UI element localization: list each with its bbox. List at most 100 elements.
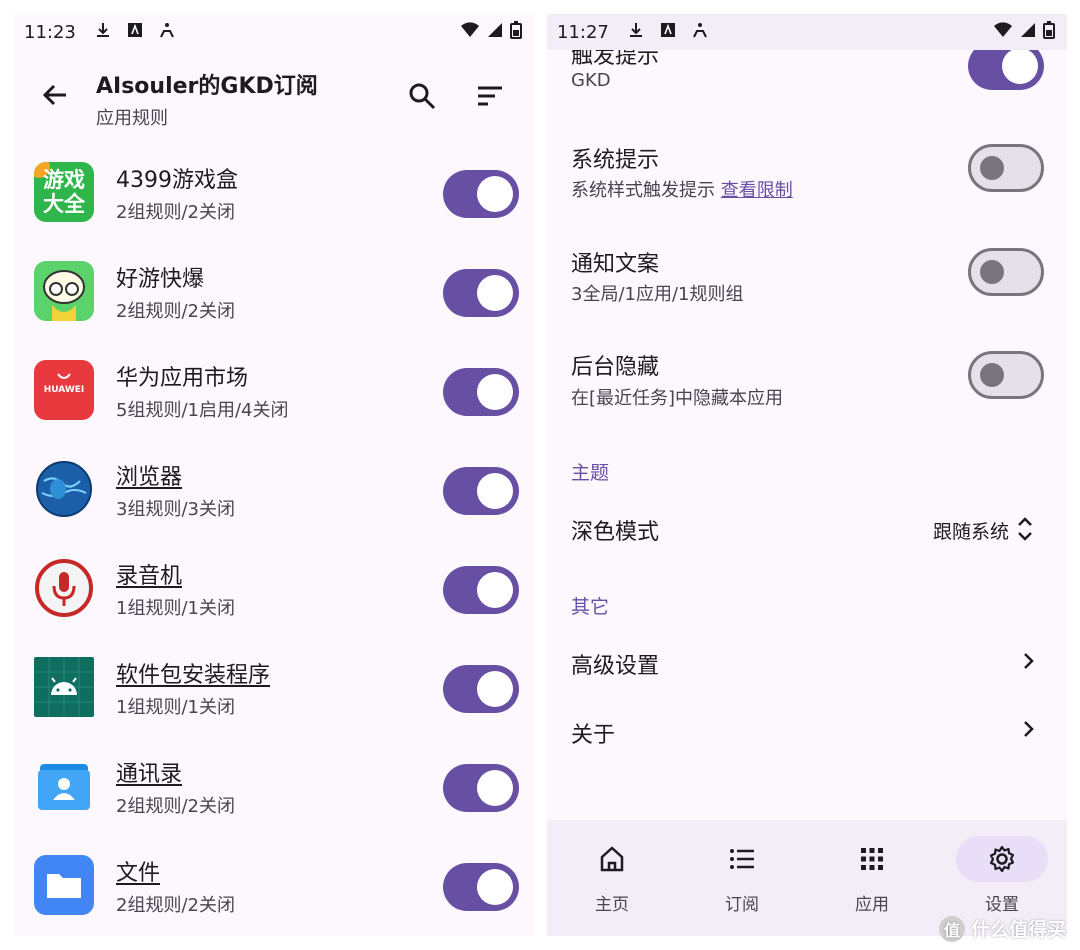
app-rule-summary: 2组规则/2关闭 (116, 796, 235, 817)
app-rule-summary: 5组规则/1启用/4关闭 (116, 400, 289, 421)
list-item[interactable]: 游戏大全 4399游戏盒 2组规则/2关闭 (14, 154, 534, 253)
list-item[interactable]: 浏览器 3组规则/3关闭 (14, 451, 534, 550)
list-item[interactable]: HUAWEI 华为应用市场 5组规则/1启用/4关闭 (14, 352, 534, 451)
view-limits-link[interactable]: 查看限制 (721, 180, 793, 201)
haoyou-app-icon (34, 261, 94, 321)
switch-knob (980, 260, 1004, 284)
nav-subscriptions[interactable]: 订阅 (677, 820, 807, 936)
back-arrow-icon[interactable] (38, 78, 72, 112)
accessibility-icon (693, 23, 707, 38)
list-item[interactable]: 软件包安装程序 1组规则/1关闭 (14, 649, 534, 748)
wifi-icon (461, 22, 479, 37)
setting-title: 高级设置 (571, 654, 660, 679)
app-name: 好游快爆 (116, 267, 205, 292)
switch-knob (477, 176, 513, 212)
app-enable-switch[interactable] (443, 368, 519, 416)
setting-desc: 3全局/1应用/1规则组 (571, 284, 744, 305)
status-bar: 11:27 (547, 14, 1067, 50)
wifi-icon (994, 22, 1012, 37)
setting-title: 后台隐藏 (571, 355, 660, 380)
app-enable-switch[interactable] (443, 170, 519, 218)
game-box-icon-text: 游戏大全 (43, 168, 85, 216)
accessibility-icon (160, 23, 174, 38)
app-name: 文件 (116, 861, 161, 886)
nav-label: 订阅 (725, 895, 759, 915)
app-name: 软件包安装程序 (116, 663, 271, 688)
game-box-app-icon: 游戏大全 (34, 162, 94, 222)
settings-screen: 触发提示 GKD 11:27 系统提示 系统样式触发提示 查看限制 通知文案 3… (547, 14, 1067, 936)
app-enable-switch[interactable] (443, 467, 519, 515)
download-icon (630, 23, 642, 37)
system-hint-switch[interactable] (968, 144, 1044, 192)
status-time: 11:27 (557, 22, 609, 43)
setting-desc-text: 系统样式触发提示 (571, 180, 715, 201)
app-rule-summary: 3组规则/3关闭 (116, 499, 235, 520)
app-rule-summary: 2组规则/2关闭 (116, 202, 235, 223)
huawei-appgallery-icon: HUAWEI (34, 360, 94, 420)
contacts-app-icon (34, 756, 94, 816)
signal-icon (488, 23, 502, 37)
app-enable-switch[interactable] (443, 269, 519, 317)
switch-knob (477, 275, 513, 311)
list-item[interactable]: 文件 2组规则/2关闭 (14, 847, 534, 936)
list-item[interactable]: 好游快爆 2组规则/2关闭 (14, 253, 534, 352)
app-rule-summary: 1组规则/1关闭 (116, 598, 235, 619)
notification-a-icon (661, 23, 675, 37)
switch-knob (980, 156, 1004, 180)
setting-desc: 系统样式触发提示 查看限制 (571, 176, 793, 202)
status-time: 11:23 (24, 22, 76, 43)
page-title: AIsouler的GKD订阅 (96, 74, 318, 99)
app-rule-summary: 1组规则/1关闭 (116, 697, 235, 718)
switch-knob (477, 473, 513, 509)
chevron-right-icon (1024, 721, 1034, 737)
watermark-text: 什么值得买 (970, 919, 1066, 941)
app-name: 4399游戏盒 (116, 168, 238, 193)
browser-globe-icon (34, 459, 94, 519)
apps-grid-icon (861, 848, 883, 870)
notification-text-switch[interactable] (968, 248, 1044, 296)
app-rule-summary: 2组规则/2关闭 (116, 301, 235, 322)
chevron-right-icon (1024, 653, 1034, 669)
page-subtitle: 应用规则 (96, 108, 168, 129)
nav-home[interactable]: 主页 (547, 820, 677, 936)
sort-icon[interactable] (474, 80, 506, 112)
notification-a-icon (128, 23, 142, 37)
setting-title: 关于 (571, 723, 616, 748)
list-item[interactable]: 通讯录 2组规则/2关闭 (14, 748, 534, 847)
switch-knob (477, 374, 513, 410)
watermark-logo: 值 (938, 915, 965, 942)
home-icon (600, 846, 624, 872)
app-enable-switch[interactable] (443, 764, 519, 812)
section-header-other: 其它 (571, 596, 610, 618)
switch-knob (980, 363, 1004, 387)
watermark: 值 什么值得买 (938, 915, 1066, 942)
app-rule-summary: 2组规则/2关闭 (116, 895, 235, 916)
app-enable-switch[interactable] (443, 863, 519, 911)
unfold-more-icon[interactable] (1015, 514, 1035, 544)
list-item[interactable]: 录音机 1组规则/1关闭 (14, 550, 534, 649)
app-name: 华为应用市场 (116, 366, 249, 391)
background-hide-switch[interactable] (968, 351, 1044, 399)
files-folder-icon (34, 855, 94, 915)
list-icon (730, 849, 754, 869)
search-icon[interactable] (406, 80, 438, 112)
huawei-icon-text: HUAWEI (43, 385, 85, 395)
signal-icon (1021, 23, 1035, 37)
battery-icon (510, 21, 522, 39)
download-icon (97, 23, 109, 37)
package-installer-android-icon (34, 657, 94, 717)
status-bar: 11:23 (14, 14, 534, 52)
setting-title: 系统提示 (571, 148, 660, 173)
app-enable-switch[interactable] (443, 566, 519, 614)
setting-title: 通知文案 (571, 252, 660, 277)
recorder-microphone-icon (34, 558, 94, 618)
switch-knob (477, 671, 513, 707)
dark-mode-value[interactable]: 跟随系统 (933, 517, 1009, 544)
app-name: 录音机 (116, 564, 183, 589)
nav-label: 主页 (595, 895, 629, 915)
top-app-bar: AIsouler的GKD订阅 应用规则 (14, 56, 534, 136)
switch-knob (477, 869, 513, 905)
setting-desc: GKD (571, 70, 611, 91)
app-enable-switch[interactable] (443, 665, 519, 713)
nav-apps[interactable]: 应用 (807, 820, 937, 936)
